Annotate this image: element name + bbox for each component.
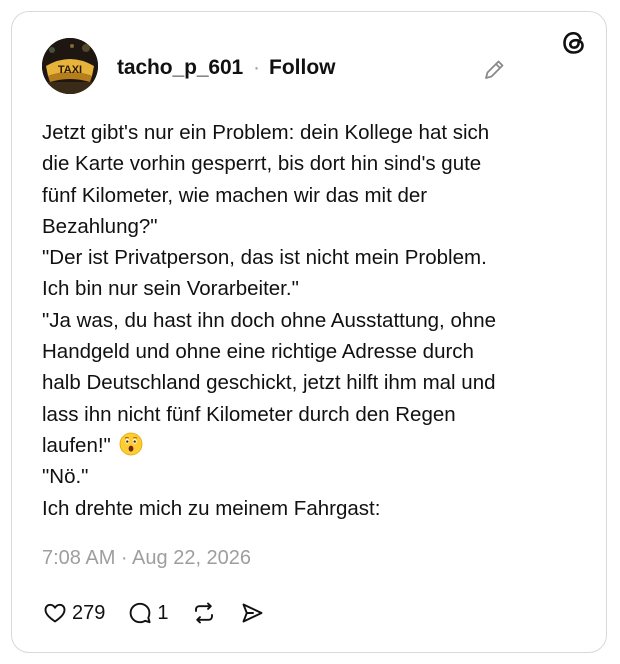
- post-line: Jetzt gibt's nur ein Problem: dein Kolle…: [42, 121, 490, 144]
- post-line: "Ja was, du hast ihn doch ohne Ausstattu…: [42, 308, 497, 332]
- post-line: Ich bin nur sein Vorarbeiter.": [42, 277, 299, 301]
- post-line: die Karte vorhin gesperrt, bis dort hin …: [42, 152, 482, 176]
- post-line: Ich drehte mich zu meinem Fahrgast:: [42, 496, 381, 520]
- repost-icon: [191, 600, 217, 626]
- heart-icon: [42, 600, 68, 626]
- post-line: Bezahlung?": [42, 214, 158, 238]
- astonished-face-emoji-icon: [119, 432, 143, 456]
- pencil-icon[interactable]: [481, 57, 507, 83]
- post-line: fünf Kilometer, wie machen wir das mit d…: [42, 183, 428, 207]
- repost-button[interactable]: [191, 600, 217, 626]
- reply-button[interactable]: 1: [127, 600, 169, 626]
- svg-text:TAXI: TAXI: [58, 64, 82, 76]
- post-text: Jetzt gibt's nur ein Problem: dein Kolle…: [42, 117, 582, 524]
- share-button[interactable]: [239, 600, 265, 626]
- avatar[interactable]: TAXI: [42, 38, 98, 94]
- post-line: Handgeld und ohne eine richtige Adresse …: [42, 340, 474, 364]
- follow-button[interactable]: Follow: [269, 56, 336, 80]
- like-count: 279: [72, 601, 106, 624]
- username[interactable]: tacho_p_601: [117, 56, 243, 80]
- post-line: lass ihn nicht fünf Kilometer durch den …: [42, 402, 456, 426]
- post-line: "Nö.": [42, 465, 89, 489]
- threads-logo-icon[interactable]: [560, 29, 588, 57]
- comment-icon: [127, 600, 153, 626]
- send-icon: [239, 600, 265, 626]
- post-line: laufen!": [42, 433, 117, 457]
- post-line: "Der ist Privatperson, das ist nicht mei…: [42, 246, 487, 270]
- post-line: halb Deutschland geschickt, jetzt hilft …: [42, 371, 496, 395]
- like-button[interactable]: 279: [42, 600, 105, 626]
- post-timestamp[interactable]: 7:08 AM · Aug 22, 2026: [42, 547, 251, 570]
- action-bar: 279 1: [42, 597, 265, 629]
- avatar-taxi-sign-image: TAXI: [42, 38, 98, 94]
- reply-count: 1: [157, 601, 169, 624]
- separator-dot: ·: [253, 56, 260, 79]
- post-card: TAXI tacho_p_601 · Follow Jetzt gibt's n…: [11, 11, 607, 653]
